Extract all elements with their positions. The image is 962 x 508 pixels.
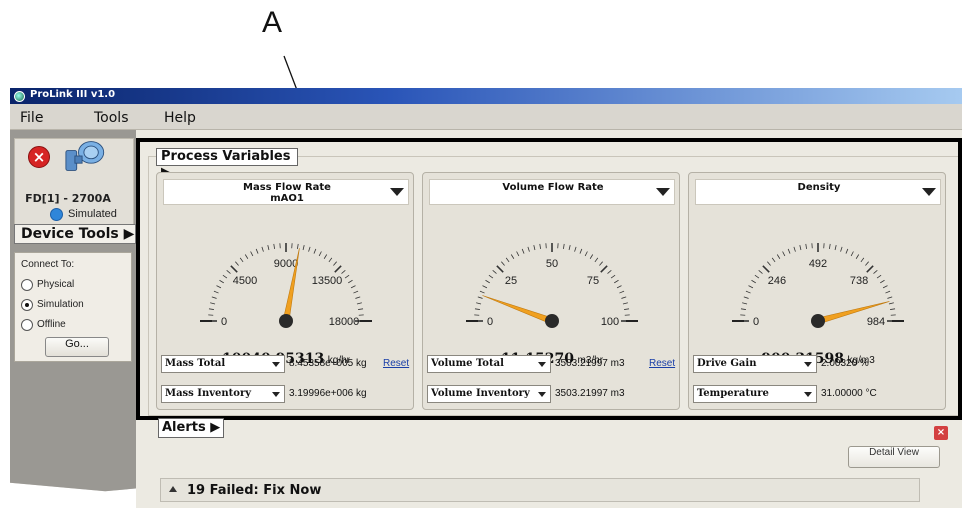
alert-summary-text: 19 Failed: Fix Now <box>187 483 322 498</box>
device-status: Simulated <box>68 208 117 220</box>
radio-simulation[interactable] <box>21 299 33 311</box>
radio-physical-label: Physical <box>37 279 75 290</box>
device-name: FD[1] - 2700A <box>25 192 111 205</box>
connect-panel: Connect To: Physical Simulation Offline … <box>14 252 132 362</box>
menu-help[interactable]: Help <box>164 110 196 126</box>
callout-highlight-box <box>136 138 962 420</box>
alert-summary-row[interactable]: 19 Failed: Fix Now <box>160 478 920 502</box>
detail-view-button[interactable]: Detail View <box>848 446 940 468</box>
app-icon <box>14 91 25 102</box>
refresh-icon <box>50 208 63 221</box>
menu-bar: File Tools Help <box>10 104 962 130</box>
radio-physical[interactable] <box>21 279 33 291</box>
callout-letter: A <box>262 6 283 39</box>
radio-offline-label: Offline <box>37 319 66 330</box>
title-bar: ProLink III v1.0 <box>10 88 962 104</box>
app-title: ProLink III v1.0 <box>30 89 116 100</box>
radio-offline[interactable] <box>21 319 33 331</box>
close-icon[interactable]: × <box>934 426 948 440</box>
error-icon: × <box>28 146 50 168</box>
go-button[interactable]: Go... <box>45 337 109 357</box>
connect-label: Connect To: <box>21 259 75 270</box>
collapse-icon[interactable] <box>169 486 177 492</box>
transmitter-icon <box>65 141 105 171</box>
alerts-tab[interactable]: Alerts ▶ <box>158 418 224 438</box>
menu-tools[interactable]: Tools <box>94 110 129 126</box>
device-tools-button[interactable]: Device Tools ▶ <box>14 224 136 244</box>
menu-file[interactable]: File <box>20 110 43 126</box>
radio-simulation-label: Simulation <box>37 299 84 310</box>
